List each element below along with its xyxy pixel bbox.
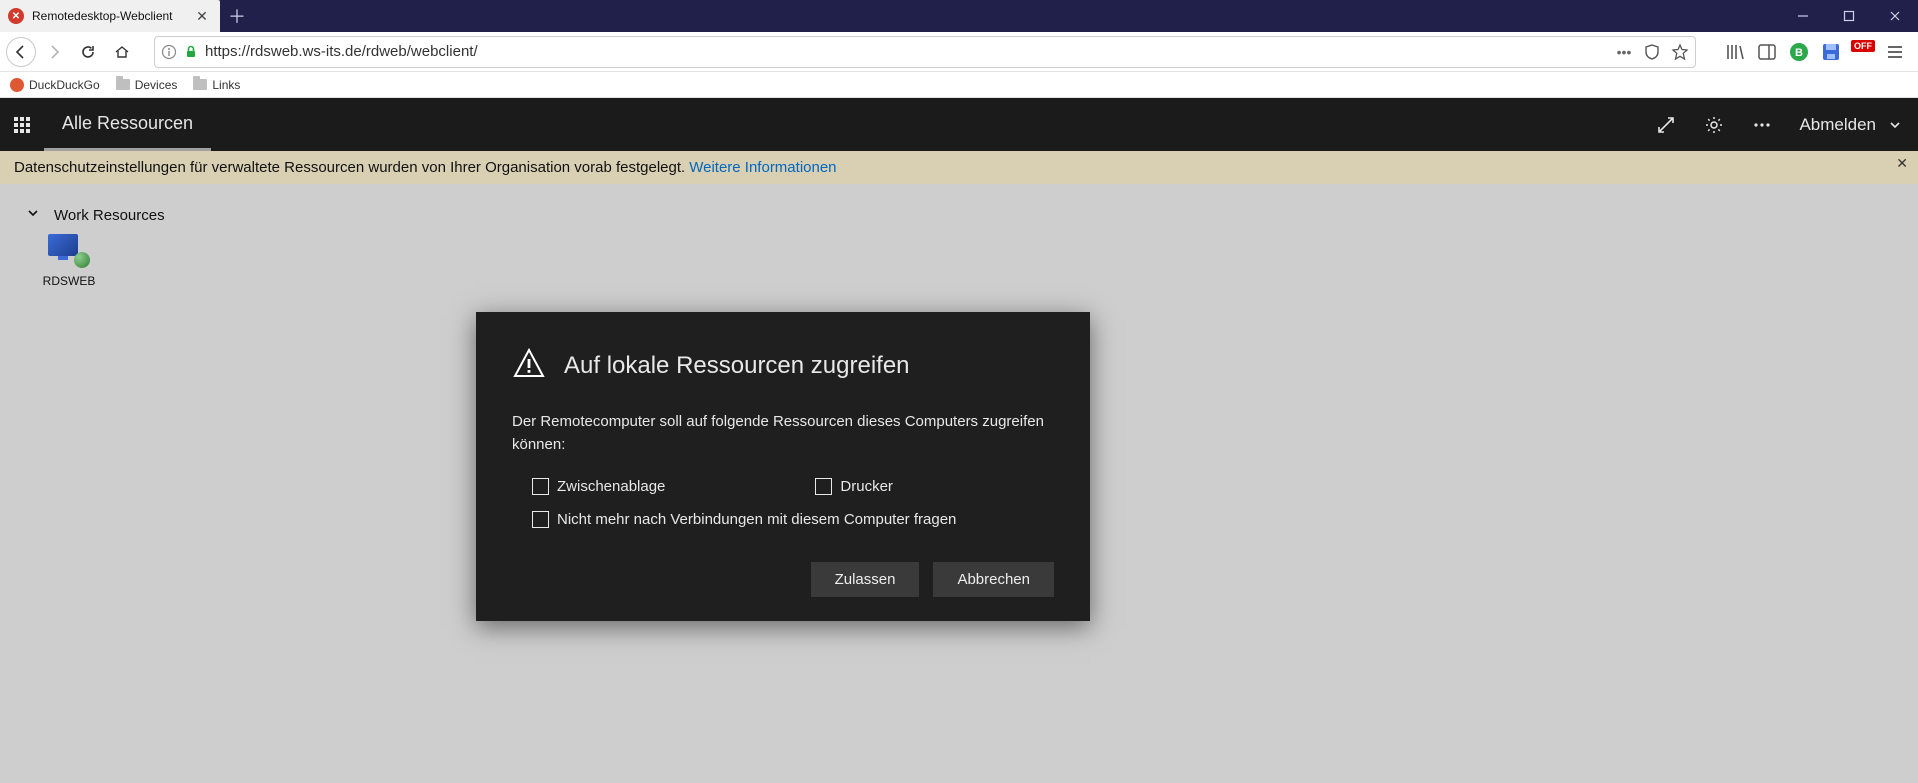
tab-close-icon[interactable]: ✕ — [194, 8, 210, 24]
sign-out-label: Abmelden — [1799, 115, 1876, 135]
resource-item[interactable]: RDSWEB — [26, 234, 112, 288]
folder-icon — [193, 79, 207, 90]
tab-title: Remotedesktop-Webclient — [32, 9, 194, 23]
remote-desktop-icon — [48, 234, 90, 268]
browser-navbar: https://rdsweb.ws-its.de/rdweb/webclient… — [0, 32, 1918, 72]
dialog-body: Der Remotecomputer soll auf folgende Res… — [512, 411, 1054, 456]
bookmark-label: Devices — [135, 78, 178, 92]
notice-more-link[interactable]: Weitere Informationen — [689, 159, 836, 176]
checkbox-label: Zwischenablage — [557, 478, 665, 495]
resource-group-header[interactable]: Work Resources — [0, 184, 1918, 234]
checkbox-label: Drucker — [840, 478, 893, 495]
bookmarks-bar: DuckDuckGo Devices Links — [0, 72, 1918, 98]
dialog-title: Auf lokale Ressourcen zugreifen — [564, 352, 910, 380]
checkbox-printer[interactable]: Drucker — [815, 478, 893, 495]
site-info-icon[interactable] — [161, 44, 177, 60]
extension-off-badge: OFF — [1851, 40, 1875, 52]
page-actions-icon[interactable]: ••• — [1615, 43, 1633, 61]
duckduckgo-icon — [10, 78, 24, 92]
browser-tab[interactable]: ✕ Remotedesktop-Webclient ✕ — [0, 0, 220, 32]
reader-protection-icon[interactable] — [1643, 43, 1661, 61]
bookmark-star-icon[interactable] — [1671, 43, 1689, 61]
apps-grid-icon[interactable] — [0, 116, 44, 134]
extension-off-icon[interactable]: OFF — [1852, 41, 1874, 63]
cancel-button[interactable]: Abbrechen — [933, 562, 1054, 597]
breadcrumb-label: Alle Ressourcen — [62, 113, 193, 134]
hamburger-menu-icon[interactable] — [1884, 41, 1906, 63]
settings-gear-icon[interactable] — [1703, 114, 1725, 136]
chevron-down-icon — [26, 206, 40, 224]
allow-button[interactable]: Zulassen — [811, 562, 920, 597]
checkbox-icon — [532, 511, 549, 528]
more-ellipsis-icon[interactable] — [1751, 114, 1773, 136]
local-resources-dialog: Auf lokale Ressourcen zugreifen Der Remo… — [476, 312, 1090, 621]
checkbox-icon — [815, 478, 832, 495]
url-text: https://rdsweb.ws-its.de/rdweb/webclient… — [205, 43, 1615, 60]
checkbox-clipboard[interactable]: Zwischenablage — [532, 478, 665, 495]
bookmark-links[interactable]: Links — [193, 78, 240, 92]
notice-close-icon[interactable]: ✕ — [1896, 155, 1908, 172]
extension-bplus-icon[interactable]: B — [1788, 41, 1810, 63]
warning-icon — [512, 346, 546, 385]
new-tab-button[interactable]: ＋ — [220, 0, 254, 32]
breadcrumb[interactable]: Alle Ressourcen — [44, 98, 211, 151]
privacy-notice-banner: Datenschutzeinstellungen für verwaltete … — [0, 151, 1918, 184]
home-button[interactable] — [106, 36, 138, 68]
svg-text:B: B — [1795, 47, 1803, 59]
bookmark-devices[interactable]: Devices — [116, 78, 178, 92]
checkbox-icon — [532, 478, 549, 495]
bookmark-label: Links — [212, 78, 240, 92]
reload-button[interactable] — [72, 36, 104, 68]
folder-icon — [116, 79, 130, 90]
resource-group-title: Work Resources — [54, 207, 165, 224]
forward-button[interactable] — [38, 36, 70, 68]
sidebar-toggle-icon[interactable] — [1756, 41, 1778, 63]
app-header: Alle Ressourcen Abmelden — [0, 98, 1918, 151]
back-button[interactable] — [6, 37, 36, 67]
sign-out-button[interactable]: Abmelden — [1799, 115, 1902, 135]
url-bar[interactable]: https://rdsweb.ws-its.de/rdweb/webclient… — [154, 36, 1696, 68]
lock-icon[interactable] — [183, 44, 199, 60]
window-minimize-button[interactable] — [1780, 0, 1826, 32]
save-disk-icon[interactable] — [1820, 41, 1842, 63]
tab-favicon: ✕ — [8, 8, 24, 24]
window-close-button[interactable] — [1872, 0, 1918, 32]
bookmark-duckduckgo[interactable]: DuckDuckGo — [10, 78, 100, 92]
resource-label: RDSWEB — [26, 274, 112, 288]
browser-titlebar: ✕ Remotedesktop-Webclient ✕ ＋ — [0, 0, 1918, 32]
bookmark-label: DuckDuckGo — [29, 78, 100, 92]
window-maximize-button[interactable] — [1826, 0, 1872, 32]
notice-text: Datenschutzeinstellungen für verwaltete … — [14, 159, 685, 176]
checkbox-label: Nicht mehr nach Verbindungen mit diesem … — [557, 511, 956, 528]
fullscreen-icon[interactable] — [1655, 114, 1677, 136]
checkbox-dont-ask[interactable]: Nicht mehr nach Verbindungen mit diesem … — [512, 511, 1054, 528]
library-icon[interactable] — [1724, 41, 1746, 63]
